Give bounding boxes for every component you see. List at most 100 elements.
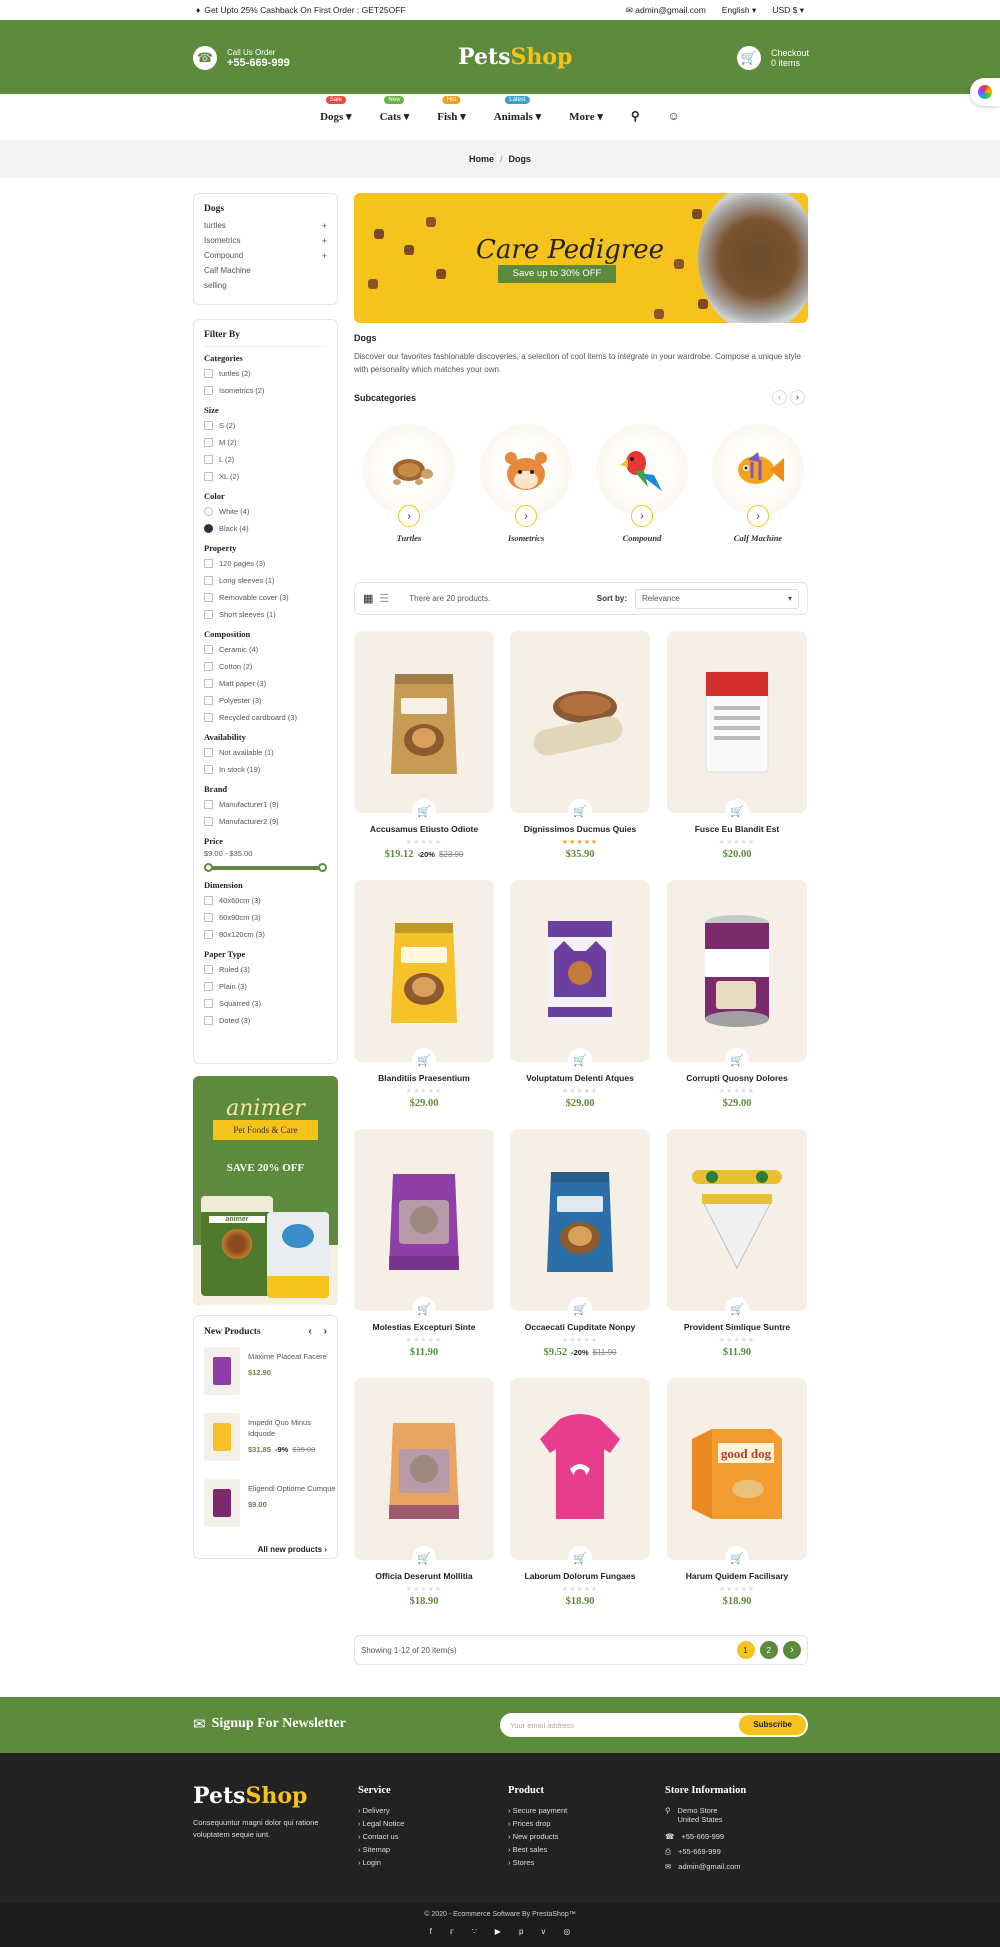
filter-option[interactable]: Isometrics (2): [204, 382, 327, 399]
filter-option[interactable]: 60x90cm (3): [204, 909, 327, 926]
nav-item-fish[interactable]: Hot Fish ▾: [437, 95, 466, 123]
filter-checkbox[interactable]: [204, 800, 213, 809]
product-card[interactable]: 🛒 Corrupti Quosny Dolores ★★★★★ $29.00: [667, 880, 807, 1115]
footer-link[interactable]: › Delivery: [358, 1806, 404, 1819]
filter-option[interactable]: Removable cover (3): [204, 589, 327, 606]
filter-option[interactable]: Squarred (3): [204, 995, 327, 1012]
food-bag-icon[interactable]: [667, 631, 807, 813]
nav-item-cats[interactable]: New Cats ▾: [380, 95, 409, 123]
filter-option[interactable]: 40x60cm (3): [204, 892, 327, 909]
add-to-cart-icon[interactable]: 🛒: [725, 1048, 749, 1072]
rss-icon[interactable]: ∵: [472, 1927, 477, 1936]
filter-checkbox[interactable]: [204, 610, 213, 619]
footer-link[interactable]: › Best sales: [508, 1845, 567, 1858]
site-logo[interactable]: PetsShop: [458, 44, 572, 70]
filter-option[interactable]: Cotton (2): [204, 658, 327, 675]
filter-option[interactable]: Short sleeves (1): [204, 606, 327, 623]
product-name[interactable]: Harum Quidem Facilisary: [667, 1571, 807, 1581]
footer-link[interactable]: › Login: [358, 1858, 404, 1871]
filter-option[interactable]: Manufacturer2 (9): [204, 813, 327, 830]
product-card[interactable]: 🛒 Laborum Dolorum Fungaes ★★★★★ $18.90: [510, 1378, 650, 1613]
wet-food-tray-icon[interactable]: [510, 631, 650, 813]
product-card[interactable]: 🛒 Dignissimos Ducmus Quies ★★★★★ $35.90: [510, 631, 650, 866]
new-product-item[interactable]: Maxime Placeat Facere $12.90: [204, 1347, 327, 1413]
product-name[interactable]: Corrupti Quosny Dolores: [667, 1073, 807, 1083]
add-to-cart-icon[interactable]: 🛒: [412, 1048, 436, 1072]
filter-option[interactable]: turtles (2): [204, 365, 327, 382]
nav-item-more[interactable]: More ▾: [569, 110, 603, 123]
filter-option[interactable]: Ruled (3): [204, 961, 327, 978]
cat-food-pouch-icon[interactable]: [510, 880, 650, 1062]
filter-checkbox[interactable]: [204, 369, 213, 378]
store-email[interactable]: admin@gmail.com: [678, 1862, 740, 1877]
product-name[interactable]: Accusamus Etiusto Odiote: [354, 824, 494, 834]
subcat-next-button[interactable]: ›: [790, 390, 805, 405]
add-to-cart-icon[interactable]: 🛒: [568, 799, 592, 823]
parrot-icon[interactable]: [596, 424, 688, 516]
add-to-cart-icon[interactable]: 🛒: [725, 1297, 749, 1321]
filter-checkbox[interactable]: [204, 455, 213, 464]
filter-checkbox[interactable]: [204, 438, 213, 447]
filter-checkbox[interactable]: [204, 696, 213, 705]
product-name[interactable]: Fusce Eu Blandit Est: [667, 824, 807, 834]
currency-selector[interactable]: USD $ ▾: [772, 5, 804, 16]
filter-checkbox[interactable]: [204, 965, 213, 974]
subcategory-card[interactable]: › Calf Machine: [703, 424, 813, 543]
add-to-cart-icon[interactable]: 🛒: [412, 1546, 436, 1570]
expand-icon[interactable]: +: [322, 236, 327, 246]
chevron-right-icon[interactable]: ›: [324, 1326, 327, 1337]
category-tree-item[interactable]: Calf Machine: [204, 263, 327, 278]
pet-food-can-icon[interactable]: [667, 880, 807, 1062]
filter-checkbox[interactable]: [204, 713, 213, 722]
filter-checkbox[interactable]: [204, 472, 213, 481]
subcategory-name[interactable]: Isometrics: [471, 533, 581, 543]
nav-item-animals[interactable]: Latest Animals ▾: [494, 95, 541, 123]
dog-food-bag-icon[interactable]: [354, 880, 494, 1062]
filter-checkbox[interactable]: [204, 662, 213, 671]
footer-link[interactable]: › Contact us: [358, 1832, 404, 1845]
filter-option[interactable]: 80x120cm (3): [204, 926, 327, 943]
subcategory-name[interactable]: Turtles: [354, 533, 464, 543]
new-product-thumb[interactable]: [204, 1479, 240, 1527]
arrow-right-icon[interactable]: ›: [515, 505, 537, 527]
filter-checkbox[interactable]: [204, 748, 213, 757]
nav-item-dogs[interactable]: Sale Dogs ▾: [320, 95, 352, 123]
arrow-right-icon[interactable]: ›: [631, 505, 653, 527]
product-name[interactable]: Officia Deserunt Mollitia: [354, 1571, 494, 1581]
grid-view-icon[interactable]: ▦: [363, 592, 373, 605]
expand-icon[interactable]: +: [322, 251, 327, 261]
product-name[interactable]: Voluptatum Delenti Atques: [510, 1073, 650, 1083]
newsletter-email-input[interactable]: Your email address: [510, 1721, 574, 1730]
filter-option[interactable]: Manufacturer1 (9): [204, 796, 327, 813]
pet-hoodie-icon[interactable]: [510, 1378, 650, 1560]
subcategory-card[interactable]: › Isometrics: [471, 424, 581, 543]
filter-option[interactable]: Recycled cardboard (3): [204, 709, 327, 726]
new-product-name[interactable]: Eligendi Optiome Cumque: [248, 1483, 338, 1494]
product-name[interactable]: Molestias Excepturi Sinte: [354, 1322, 494, 1332]
new-product-name[interactable]: Impedit Quo Minus Idquode: [248, 1417, 338, 1439]
filter-option[interactable]: S (2): [204, 417, 327, 434]
fish-icon[interactable]: [712, 424, 804, 516]
youtube-icon[interactable]: ▶: [495, 1927, 501, 1936]
sort-select[interactable]: Relevance ▾: [635, 588, 799, 609]
filter-option[interactable]: White (4): [204, 503, 327, 520]
color-swatch[interactable]: [204, 524, 213, 533]
filter-option[interactable]: Polyester (3): [204, 692, 327, 709]
add-to-cart-icon[interactable]: 🛒: [725, 799, 749, 823]
category-tree-item[interactable]: Isometrics +: [204, 233, 327, 248]
price-slider[interactable]: [204, 863, 327, 872]
footer-link[interactable]: › Stores: [508, 1858, 567, 1871]
product-card[interactable]: 🛒 Accusamus Etiusto Odiote ★★★★★ $19.12 -20%…: [354, 631, 494, 866]
category-tree-item[interactable]: selling: [204, 278, 327, 293]
footer-link[interactable]: › Secure payment: [508, 1806, 567, 1819]
filter-option[interactable]: Not available (1): [204, 744, 327, 761]
product-name[interactable]: Dignissimos Ducmus Quies: [510, 824, 650, 834]
new-product-item[interactable]: Impedit Quo Minus Idquode $31.85 -9% $35.00: [204, 1413, 327, 1479]
list-view-icon[interactable]: ☰: [379, 592, 389, 605]
arrow-right-icon[interactable]: ›: [747, 505, 769, 527]
filter-option[interactable]: M (2): [204, 434, 327, 451]
subcat-prev-button[interactable]: ‹: [772, 390, 787, 405]
add-to-cart-icon[interactable]: 🛒: [568, 1546, 592, 1570]
add-to-cart-icon[interactable]: 🛒: [568, 1297, 592, 1321]
user-icon[interactable]: ☺: [668, 109, 680, 124]
